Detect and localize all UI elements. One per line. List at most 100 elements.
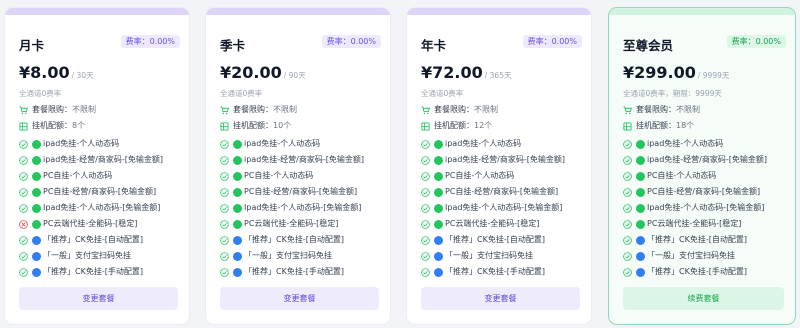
wechat-icon bbox=[32, 203, 41, 213]
alipay-icon bbox=[32, 235, 41, 245]
price-row: ¥8.00/ 30天 bbox=[19, 63, 94, 82]
plan-price: ¥8.00 bbox=[19, 63, 70, 82]
wechat-icon bbox=[636, 219, 645, 229]
feature-row: Ipad免挂-个人动态码-[免输金额] bbox=[220, 201, 361, 215]
config-value: 8个 bbox=[72, 121, 86, 130]
plan-card-premium: 至尊会员 费率：0.00% ¥299.00/ 9999天 全通道0费率，期限：9… bbox=[608, 7, 796, 325]
change-plan-button[interactable]: 变更套餐 bbox=[421, 287, 580, 310]
renew-plan-button[interactable]: 续费套餐 bbox=[623, 287, 784, 310]
feature-row: PC自挂-经营/商家码-[免输金额] bbox=[623, 185, 760, 199]
feature-label: 「一般」支付宝扫码免挂 bbox=[43, 251, 131, 260]
config-label: 挂机配额： bbox=[233, 121, 273, 130]
wechat-icon bbox=[32, 139, 41, 149]
wechat-icon bbox=[233, 219, 242, 229]
config-label: 挂机配额： bbox=[32, 121, 72, 130]
change-plan-button[interactable]: 变更套餐 bbox=[220, 287, 379, 310]
config-value: 10个 bbox=[273, 121, 292, 130]
feature-label: PC自挂-经营/商家码-[免输金额] bbox=[43, 187, 157, 196]
feature-label: ipad免挂-个人动态码 bbox=[647, 139, 724, 148]
limit-value: 不限制 bbox=[273, 105, 297, 114]
feature-label: 「推荐」CK免挂-[自动配置] bbox=[445, 235, 545, 244]
feature-label: Ipad免挂-个人动态码-[免输金额] bbox=[445, 203, 563, 212]
plan-card-yearly: 年卡 费率：0.00% ¥72.00/ 365天 全通道0费率 套餐限购： 不限制… bbox=[406, 7, 592, 325]
feature-label: ipad免挂-经营/商家码-[免输金额] bbox=[43, 155, 163, 164]
card-top-bar bbox=[407, 8, 591, 15]
alipay-icon bbox=[434, 251, 443, 261]
check-circle-icon bbox=[220, 251, 229, 261]
x-circle-icon bbox=[19, 219, 28, 229]
limit-value: 不限制 bbox=[676, 105, 700, 114]
wechat-icon bbox=[434, 203, 443, 213]
feature-label: PC自挂-经营/商家码-[免输金额] bbox=[647, 187, 761, 196]
check-circle-icon bbox=[220, 267, 229, 277]
feature-row: 「推荐」CK免挂-[手动配置] bbox=[421, 265, 545, 279]
feature-label: Ipad免挂-个人动态码-[免输金额] bbox=[43, 203, 161, 212]
feature-label: ipad免挂-个人动态码 bbox=[43, 139, 120, 148]
check-circle-icon bbox=[19, 139, 28, 149]
config-label: 挂机配额： bbox=[434, 121, 474, 130]
check-circle-icon bbox=[623, 267, 632, 277]
alipay-icon bbox=[636, 251, 645, 261]
plan-name: 月卡 bbox=[19, 38, 45, 53]
config-row: 挂机配额： 10个 bbox=[220, 119, 291, 133]
feature-row: ipad免挂-经营/商家码-[免输金额] bbox=[623, 153, 767, 167]
check-circle-icon bbox=[623, 203, 632, 213]
feature-row: 「推荐」CK免挂-[手动配置] bbox=[623, 265, 747, 279]
price-row: ¥299.00/ 9999天 bbox=[623, 63, 729, 82]
check-circle-icon bbox=[421, 187, 430, 197]
feature-row: ipad免挂-个人动态码 bbox=[220, 137, 320, 151]
plan-subtitle: 全通道0费率 bbox=[421, 89, 464, 98]
limit-row: 套餐限购： 不限制 bbox=[220, 103, 297, 117]
price-row: ¥20.00/ 90天 bbox=[220, 63, 306, 82]
card-top-bar bbox=[206, 8, 390, 15]
check-circle-icon bbox=[623, 187, 632, 197]
wechat-icon bbox=[636, 155, 645, 165]
plan-period: / 365天 bbox=[484, 71, 512, 80]
plan-period: / 30天 bbox=[71, 71, 94, 80]
check-circle-icon bbox=[220, 171, 229, 181]
check-circle-icon bbox=[623, 171, 632, 181]
feature-row: ipad免挂-经营/商家码-[免输金额] bbox=[19, 153, 163, 167]
feature-label: PC云端代挂-全能码-[稳定] bbox=[647, 219, 742, 228]
check-circle-icon bbox=[220, 219, 229, 229]
plan-name: 至尊会员 bbox=[623, 38, 674, 53]
check-circle-icon bbox=[19, 267, 28, 277]
config-value: 18个 bbox=[676, 121, 695, 130]
card-top-bar bbox=[5, 8, 189, 15]
feature-row: 「推荐」CK免挂-[手动配置] bbox=[19, 265, 143, 279]
check-circle-icon bbox=[220, 155, 229, 165]
plan-period: / 90天 bbox=[283, 71, 306, 80]
plan-price: ¥20.00 bbox=[220, 63, 282, 82]
cart-icon bbox=[421, 105, 430, 114]
list-icon bbox=[19, 121, 28, 131]
limit-label: 套餐限购： bbox=[233, 105, 273, 114]
feature-label: PC自挂-个人动态码 bbox=[647, 171, 717, 180]
wechat-icon bbox=[233, 171, 242, 181]
check-circle-icon bbox=[421, 155, 430, 165]
feature-row: PC自挂-经营/商家码-[免输金额] bbox=[421, 185, 558, 199]
feature-label: 「推荐」CK免挂-[自动配置] bbox=[43, 235, 143, 244]
feature-label: Ipad免挂-个人动态码-[免输金额] bbox=[647, 203, 765, 212]
feature-label: PC云端代挂-全能码-[稳定] bbox=[43, 219, 138, 228]
feature-row: 「推荐」CK免挂-[手动配置] bbox=[220, 265, 344, 279]
alipay-icon bbox=[32, 267, 41, 277]
feature-row: PC云端代挂-全能码-[稳定] bbox=[421, 217, 539, 231]
feature-label: ipad免挂-经营/商家码-[免输金额] bbox=[445, 155, 565, 164]
wechat-icon bbox=[636, 187, 645, 197]
feature-label: PC云端代挂-全能码-[稳定] bbox=[445, 219, 540, 228]
plan-name: 季卡 bbox=[220, 38, 246, 53]
feature-label: 「一般」支付宝扫码免挂 bbox=[647, 251, 735, 260]
feature-row: 「推荐」CK免挂-[自动配置] bbox=[220, 233, 344, 247]
check-circle-icon bbox=[623, 155, 632, 165]
feature-row: ipad免挂-经营/商家码-[免输金额] bbox=[220, 153, 364, 167]
change-plan-button[interactable]: 变更套餐 bbox=[19, 287, 178, 310]
feature-label: PC自挂-个人动态码 bbox=[43, 171, 113, 180]
plan-subtitle: 全通道0费率，期限：9999天 bbox=[623, 89, 722, 98]
feature-label: 「推荐」CK免挂-[手动配置] bbox=[43, 267, 143, 276]
check-circle-icon bbox=[421, 139, 430, 149]
check-circle-icon bbox=[220, 203, 229, 213]
feature-row: PC自挂-经营/商家码-[免输金额] bbox=[19, 185, 156, 199]
feature-row: PC自挂-经营/商家码-[免输金额] bbox=[220, 185, 357, 199]
plan-subtitle: 全通道0费率 bbox=[19, 89, 62, 98]
feature-row: 「一般」支付宝扫码免挂 bbox=[421, 249, 533, 263]
